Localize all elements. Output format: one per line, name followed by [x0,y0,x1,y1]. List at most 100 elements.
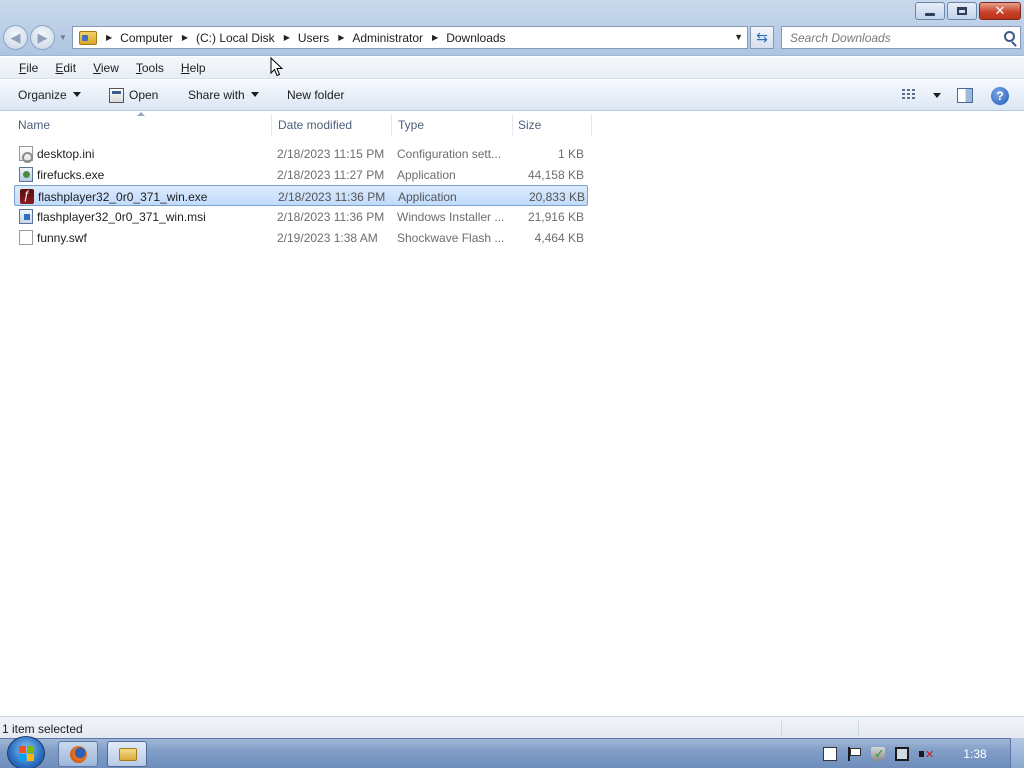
file-type: Application [397,168,456,182]
file-name: desktop.ini [37,147,95,161]
back-arrow-icon: ◀ [10,29,21,45]
column-divider[interactable] [391,114,392,136]
file-date: 2/19/2023 1:38 AM [277,231,378,245]
breadcrumb-separator-icon[interactable]: ▶ [182,33,188,42]
file-type: Application [398,190,457,204]
window-controls: ✕ [913,2,1021,20]
preview-pane-icon[interactable] [957,88,973,103]
file-size: 44,158 KB [527,168,584,182]
refresh-icon: ⇆ [756,29,768,45]
chevron-down-icon: ▼ [59,33,67,42]
file-date: 2/18/2023 11:36 PM [278,190,386,204]
file-size: 21,916 KB [527,210,584,224]
share-with-button[interactable]: Share with [188,88,259,102]
application-icon [19,167,33,182]
menu-bar: File Edit View Tools Help [0,57,1024,79]
minimize-icon [925,12,935,16]
flag-icon[interactable] [847,747,861,761]
file-size: 1 KB [557,147,584,161]
file-row[interactable]: desktop.ini 2/18/2023 11:15 PM Configura… [14,143,588,164]
installer-icon [19,209,33,224]
breadcrumb-users[interactable]: Users [298,31,329,45]
volume-muted-icon[interactable] [919,747,934,761]
explorer-folder-icon [119,748,137,761]
restore-icon [957,7,967,15]
settings-file-icon [19,146,33,163]
chevron-down-icon [72,92,81,97]
chevron-down-icon [250,92,259,97]
address-dropdown-icon[interactable]: ▼ [734,32,743,42]
column-divider[interactable] [271,114,272,136]
file-name: firefucks.exe [37,168,105,182]
file-row[interactable]: firefucks.exe 2/18/2023 11:27 PM Applica… [14,164,588,185]
windows-logo-icon [19,746,34,761]
file-size: 4,464 KB [534,231,584,245]
clock[interactable]: 1:38 [951,747,999,761]
menu-help[interactable]: Help [181,61,206,75]
close-icon: ✕ [994,3,1006,18]
column-type[interactable]: Type [398,118,424,132]
file-date: 2/18/2023 11:15 PM [277,147,385,161]
status-divider [858,719,859,736]
file-row-selected[interactable]: flashplayer32_0r0_371_win.exe 2/18/2023 … [14,185,588,206]
selection-status: 1 item selected [2,722,83,736]
close-button[interactable]: ✕ [979,2,1021,20]
file-row[interactable]: flashplayer32_0r0_371_win.msi 2/18/2023 … [14,206,588,227]
organize-button[interactable]: Organize [18,88,81,102]
file-type: Configuration sett... [397,147,502,161]
breadcrumb-downloads[interactable]: Downloads [446,31,505,45]
search-input[interactable] [782,27,987,48]
file-date: 2/18/2023 11:36 PM [277,210,385,224]
column-date-modified[interactable]: Date modified [278,118,352,132]
view-options-chevron-icon[interactable] [933,93,941,98]
column-divider[interactable] [512,114,513,136]
network-icon[interactable] [895,747,909,761]
start-button[interactable] [7,736,45,768]
column-divider[interactable] [591,114,592,136]
menu-view[interactable]: View [93,61,119,75]
recent-pages-dropdown[interactable]: ▼ [59,33,67,42]
menu-tools[interactable]: Tools [136,61,164,75]
breadcrumb-computer[interactable]: Computer [120,31,173,45]
column-headers: Name Date modified Type Size [0,112,1024,137]
status-divider [781,719,782,736]
file-name: flashplayer32_0r0_371_win.exe [38,190,208,204]
menu-file[interactable]: File [19,61,38,75]
minimize-button[interactable] [915,2,945,20]
file-size: 20,833 KB [528,190,585,204]
breadcrumb-separator-icon[interactable]: ▶ [432,33,438,42]
command-bar: Organize Open Share with New folder [0,80,1024,111]
forward-button[interactable]: ▶ [30,25,55,50]
breadcrumb-local-disk[interactable]: (C:) Local Disk [196,31,275,45]
open-button[interactable]: Open [129,88,158,102]
file-row[interactable]: funny.swf 2/19/2023 1:38 AM Shockwave Fl… [14,227,588,248]
forward-arrow-icon: ▶ [37,29,48,45]
breadcrumb-separator-icon[interactable]: ▶ [106,33,112,42]
folder-location-icon [79,30,97,45]
address-bar[interactable]: ▶ Computer ▶ (C:) Local Disk ▶ Users ▶ A… [72,26,748,49]
file-name: flashplayer32_0r0_371_win.msi [37,210,206,224]
search-box[interactable] [781,26,1021,49]
taskbar-firefox-button[interactable] [58,741,98,767]
column-name[interactable]: Name [18,118,50,132]
change-view-icon[interactable] [902,89,916,101]
breadcrumb-administrator[interactable]: Administrator [352,31,423,45]
open-icon [109,88,124,103]
new-folder-button[interactable]: New folder [287,88,344,102]
breadcrumb-separator-icon[interactable]: ▶ [284,33,290,42]
action-center-icon[interactable] [823,747,837,761]
security-shield-icon[interactable] [871,746,885,762]
breadcrumb-separator-icon[interactable]: ▶ [338,33,344,42]
blank-file-icon [19,230,33,245]
search-icon[interactable] [1004,31,1015,42]
column-size[interactable]: Size [518,118,541,132]
mouse-cursor-icon [270,57,284,77]
back-button[interactable]: ◀ [3,25,28,50]
maximize-button[interactable] [947,2,977,20]
menu-edit[interactable]: Edit [55,61,76,75]
help-icon[interactable]: ? [991,87,1009,105]
taskbar-explorer-button[interactable] [107,741,147,767]
refresh-button[interactable]: ⇆ [750,26,774,49]
show-desktop-button[interactable] [1010,738,1024,768]
firefox-icon [70,746,87,763]
